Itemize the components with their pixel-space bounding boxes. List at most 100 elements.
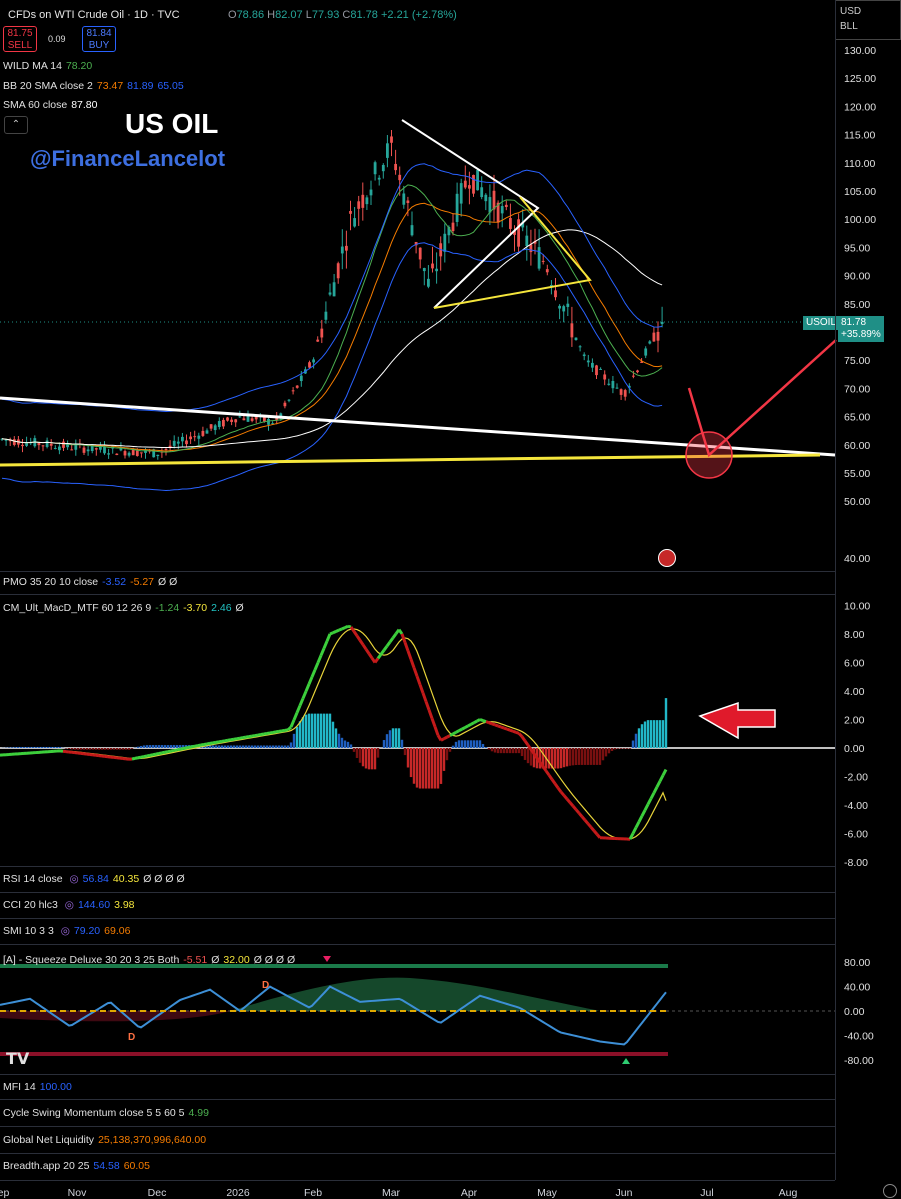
macd-histogram-bar [109, 748, 113, 750]
annotations [0, 119, 837, 740]
candle-body [472, 174, 475, 194]
macd-line-segment [427, 709, 434, 719]
bb-lower-line [1, 242, 663, 491]
macd-line-segment [344, 624, 349, 629]
chart-canvas[interactable]: 130.00 125.00 120.00 115.00 110.00 105.00 100.… [0, 0, 901, 1199]
candle-body [217, 421, 221, 427]
legend-cci[interactable]: CCI 20 hlc3 ◎ 144.60 3.98 [3, 899, 135, 911]
pane-divider[interactable] [0, 571, 835, 572]
macd-histogram-bar [298, 721, 302, 748]
legend-macd[interactable]: CM_Ult_MacD_MTF 60 12 26 9 -1.24 -3.70 2.46… [3, 602, 244, 614]
pane-divider[interactable] [0, 594, 835, 595]
macd-line-segment [170, 748, 175, 753]
legend-rsi-name: RSI 14 close [3, 873, 63, 885]
candle-body [431, 263, 434, 269]
macd-line-segment [464, 724, 469, 729]
macd-histogram-bar [19, 746, 23, 748]
pane-divider[interactable] [0, 1099, 835, 1100]
macd-line-segment [143, 754, 148, 759]
macd-line-segment [289, 719, 296, 728]
candle-body [611, 380, 615, 389]
legend-global-liquidity[interactable]: Global Net Liquidity 25,138,370,996,640.0… [3, 1134, 206, 1146]
candle-body [402, 193, 406, 205]
legend-smi[interactable]: SMI 10 3 3 ◎ 79.20 69.06 [3, 925, 130, 937]
macd-line-segment [301, 690, 308, 700]
tradingview-logo-icon[interactable]: 𝗧𝗩 [6, 1049, 29, 1069]
macd-histogram-bar [82, 748, 86, 750]
macd-line-segment [523, 740, 530, 747]
macd-histogram-bar [172, 745, 176, 748]
candle-body [250, 418, 254, 421]
pane-divider[interactable] [0, 892, 835, 893]
settings-gear-icon[interactable] [883, 1184, 897, 1198]
macd-histogram-bar [664, 698, 668, 748]
macd-line-segment [655, 780, 662, 788]
macd-line-segment [458, 727, 463, 733]
price-axis-tick: 55.00 [844, 468, 870, 480]
macd-histogram-bar [481, 743, 485, 748]
pane-divider[interactable] [0, 866, 835, 867]
candle-body [328, 292, 332, 295]
macd-histogram-bar [547, 748, 551, 769]
legend-pmo[interactable]: PMO 35 20 10 close -3.52 -5.27 Ø Ø [3, 576, 177, 588]
macd-histogram-bar [442, 748, 446, 771]
macd-histogram-bar [70, 748, 74, 750]
macd-line-segment [298, 697, 305, 707]
macd-line-segment [406, 650, 413, 660]
candle-body [398, 174, 402, 181]
macd-histogram-bar [280, 745, 284, 748]
pane-divider[interactable] [0, 1126, 835, 1127]
price-axis-border [835, 0, 836, 1180]
macd-histogram-bar [373, 748, 377, 770]
macd-line-segment [304, 683, 311, 692]
refresh-icon: ◎ [69, 873, 79, 885]
macd-line-segment [637, 815, 644, 823]
macd-line-segment [595, 833, 602, 839]
macd-line-segment [646, 797, 653, 806]
candle-body [25, 442, 28, 446]
macd-histogram-bar [514, 748, 518, 754]
macd-line-segment [367, 652, 374, 659]
pane-divider[interactable] [0, 1180, 835, 1181]
legend-rsi[interactable]: RSI 14 close ◎ 56.84 40.35 Ø Ø Ø Ø [3, 873, 185, 885]
us-flag-event-icon[interactable] [658, 549, 676, 567]
candle-body [632, 375, 635, 377]
pane-divider[interactable] [0, 1074, 835, 1075]
candle-body [459, 183, 463, 204]
legend-squeeze[interactable]: [A] - Squeeze Deluxe 30 20 3 25 Both -5.5… [3, 954, 295, 966]
macd-line-segment [443, 735, 448, 741]
macd-histogram-bar [403, 748, 407, 756]
candle-body [115, 453, 119, 456]
pane-divider[interactable] [0, 944, 835, 945]
legend-mfi[interactable]: MFI 14 100.00 [3, 1081, 72, 1093]
candle-body [582, 354, 586, 357]
pane-divider[interactable] [0, 918, 835, 919]
time-axis-tick: Dec [148, 1187, 167, 1199]
legend-cycle-swing[interactable]: Cycle Swing Momentum close 5 5 60 5 4.99 [3, 1107, 209, 1119]
candle-body [386, 143, 389, 158]
macd-line-segment [512, 729, 517, 734]
macd-line-segment [332, 630, 337, 635]
candle-body [652, 332, 656, 342]
macd-line-segment [461, 726, 466, 731]
candle-body [545, 269, 549, 273]
macd-histogram-bar [487, 748, 491, 750]
candle-body [488, 197, 492, 213]
macd-line-segment [191, 744, 196, 749]
macd-line-segment [203, 742, 208, 746]
squeeze-axis-tick: -40.00 [844, 1030, 874, 1042]
macd-line-segment [397, 628, 404, 635]
macd-histogram-bar [562, 748, 566, 768]
macd-line-segment [310, 669, 317, 678]
macd-histogram-bar [649, 720, 653, 748]
macd-line-segment [559, 790, 566, 797]
pane-divider[interactable] [0, 1153, 835, 1154]
candle-body [607, 383, 611, 385]
squeeze-negative-area [0, 1011, 230, 1022]
macd-histogram-bar [259, 745, 263, 748]
legend-breadth[interactable]: Breadth.app 20 25 54.58 60.05 [3, 1160, 150, 1172]
macd-histogram-bar [85, 748, 89, 750]
macd-line-segment [131, 756, 136, 761]
candle-body [263, 417, 266, 422]
macd-histogram-bar [406, 748, 410, 768]
